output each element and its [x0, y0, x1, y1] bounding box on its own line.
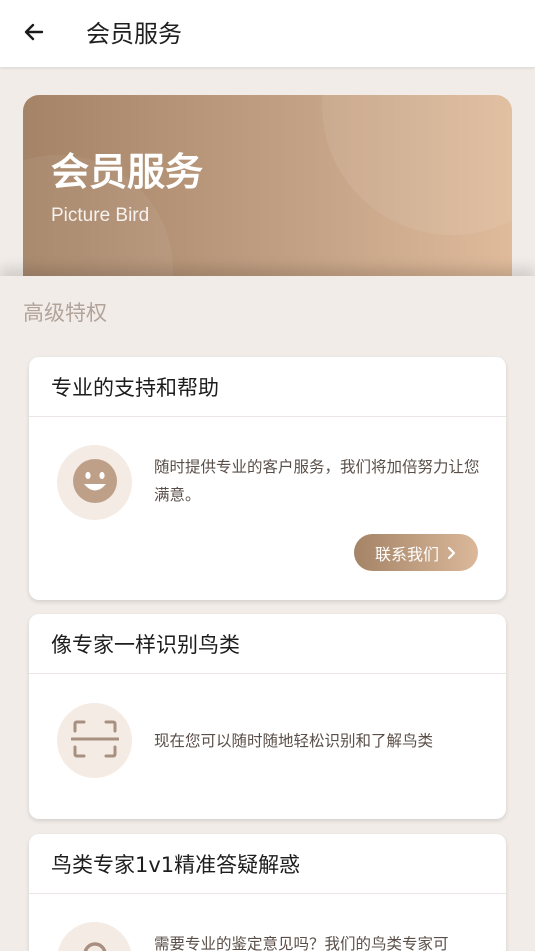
icon-badge: [57, 703, 132, 778]
card-title: 专业的支持和帮助: [51, 375, 219, 400]
privilege-card-identify: 像专家一样识别鸟类 现在您可以随时随地轻松识别和了解鸟类: [29, 614, 506, 819]
banner-subtitle: Picture Bird: [51, 205, 150, 226]
chevron-right-icon: [447, 546, 457, 560]
smile-icon: [72, 458, 118, 508]
card-body: 随时提供专业的客户服务，我们将加倍努力让您满意。 联系我们: [29, 417, 506, 599]
scan-icon: [70, 719, 119, 763]
expert-icon: [73, 936, 117, 951]
card-title: 像专家一样识别鸟类: [51, 632, 240, 657]
banner-decoration: [322, 95, 512, 235]
privileges-sheet[interactable]: 高级特权 专业的支持和帮助 随时提供专业的客户服务，我们将加倍努力让您满意。 联…: [0, 276, 535, 951]
membership-banner: 会员服务 Picture Bird: [23, 95, 512, 276]
contact-us-label: 联系我们: [374, 544, 439, 564]
icon-badge: [57, 445, 132, 520]
back-button[interactable]: [14, 14, 54, 54]
card-description: 现在您可以随时随地轻松识别和了解鸟类: [154, 732, 434, 750]
arrow-left-icon: [22, 20, 46, 48]
contact-us-button[interactable]: 联系我们: [354, 534, 478, 571]
icon-badge: [57, 922, 132, 951]
card-title: 鸟类专家1v1精准答疑解惑: [51, 852, 301, 877]
hero-section: 会员服务 Picture Bird: [0, 67, 535, 276]
card-header: 像专家一样识别鸟类: [29, 614, 506, 674]
page-title: 会员服务: [86, 20, 182, 48]
card-description: 需要专业的鉴定意见吗？我们的鸟类专家可: [154, 935, 449, 951]
section-title: 高级特权: [23, 301, 107, 325]
card-header: 鸟类专家1v1精准答疑解惑: [29, 834, 506, 894]
card-header: 专业的支持和帮助: [29, 357, 506, 417]
card-description: 随时提供专业的客户服务，我们将加倍努力让您满意。: [154, 458, 480, 504]
card-body: 现在您可以随时随地轻松识别和了解鸟类: [29, 674, 506, 818]
card-body: 需要专业的鉴定意见吗？我们的鸟类专家可: [29, 894, 506, 951]
privilege-card-support: 专业的支持和帮助 随时提供专业的客户服务，我们将加倍努力让您满意。 联系我们: [29, 357, 506, 600]
banner-title: 会员服务: [51, 150, 204, 194]
privilege-card-expert: 鸟类专家1v1精准答疑解惑 需要专业的鉴定意见吗？我们的鸟类专家可: [29, 834, 506, 951]
app-bar: 会员服务: [0, 0, 535, 67]
